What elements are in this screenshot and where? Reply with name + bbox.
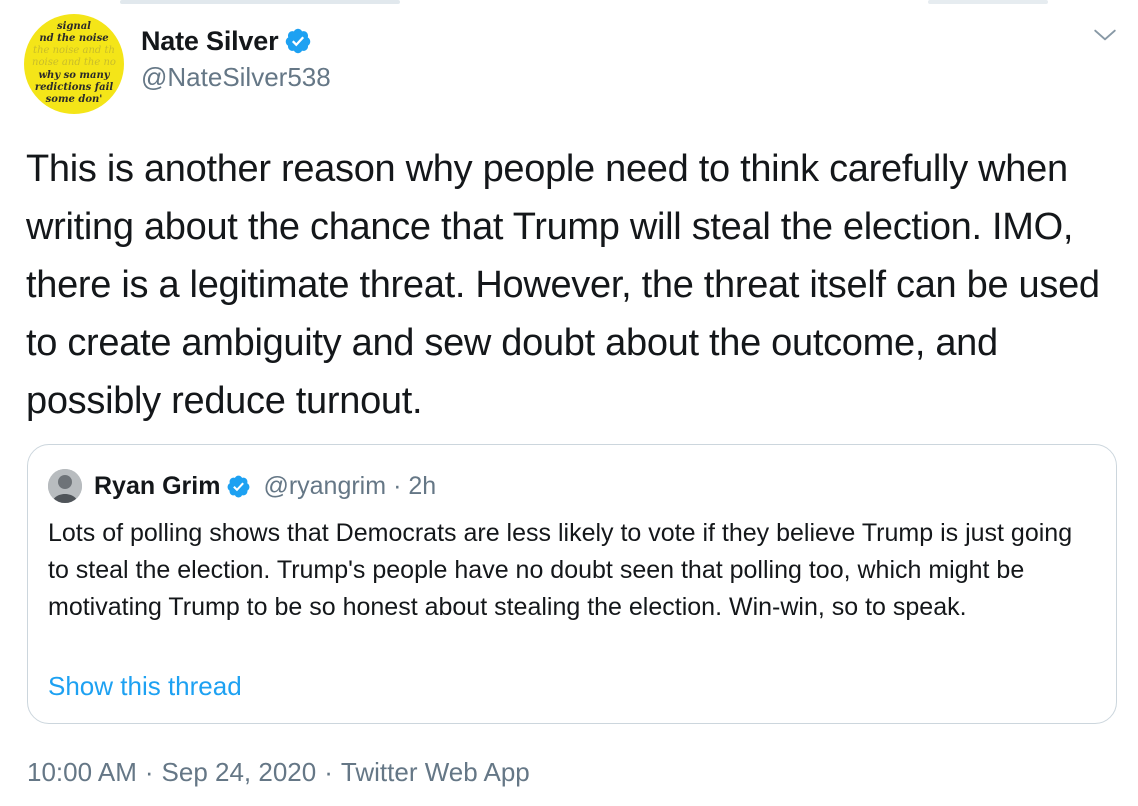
avatar-text-line: nd the noise	[39, 33, 109, 44]
top-edge-divider	[120, 0, 400, 4]
separator-dot: ·	[324, 757, 333, 787]
tweet-time[interactable]: 10:00 AM	[27, 757, 137, 787]
avatar-text-line: signal	[57, 21, 91, 32]
quoted-author-avatar	[48, 469, 82, 503]
tweet-metadata: 10:00 AM · Sep 24, 2020 · Twitter Web App	[27, 757, 530, 788]
quoted-tweet-header: Ryan Grim @ryangrim · 2h	[48, 467, 436, 505]
author-handle[interactable]: @NateSilver538	[141, 62, 331, 93]
quoted-author-handle: @ryangrim	[263, 471, 387, 500]
show-thread-link[interactable]: Show this thread	[48, 671, 242, 702]
avatar-text-line: redictions fail	[34, 82, 114, 93]
avatar-text-line: the noise and th	[33, 45, 115, 56]
separator-dot: ·	[393, 471, 402, 500]
tweet-date[interactable]: Sep 24, 2020	[162, 757, 317, 787]
separator-dot: ·	[144, 757, 154, 787]
tweet-source[interactable]: Twitter Web App	[341, 757, 530, 787]
top-edge-divider-right	[928, 0, 1048, 4]
quoted-tweet-card[interactable]: Ryan Grim @ryangrim · 2h Lots of polling…	[27, 444, 1117, 724]
quoted-tweet-text: Lots of polling shows that Democrats are…	[48, 519, 1073, 621]
author-avatar[interactable]: signal nd the noise the noise and th noi…	[24, 14, 124, 114]
quoted-author-name: Ryan Grim	[94, 471, 221, 500]
author-name-row[interactable]: Nate Silver	[141, 23, 312, 59]
chevron-down-icon[interactable]	[1092, 22, 1118, 53]
verified-badge-icon	[226, 474, 251, 499]
avatar-text-line: why so many	[38, 70, 110, 81]
verified-badge-icon	[284, 27, 312, 55]
avatar-text-line: noise and the no	[32, 57, 116, 68]
avatar-text-line: some don'	[45, 94, 103, 105]
quoted-tweet-time: 2h	[408, 471, 437, 500]
author-name[interactable]: Nate Silver	[141, 26, 279, 57]
tweet-text: This is another reason why people need t…	[26, 148, 1100, 422]
